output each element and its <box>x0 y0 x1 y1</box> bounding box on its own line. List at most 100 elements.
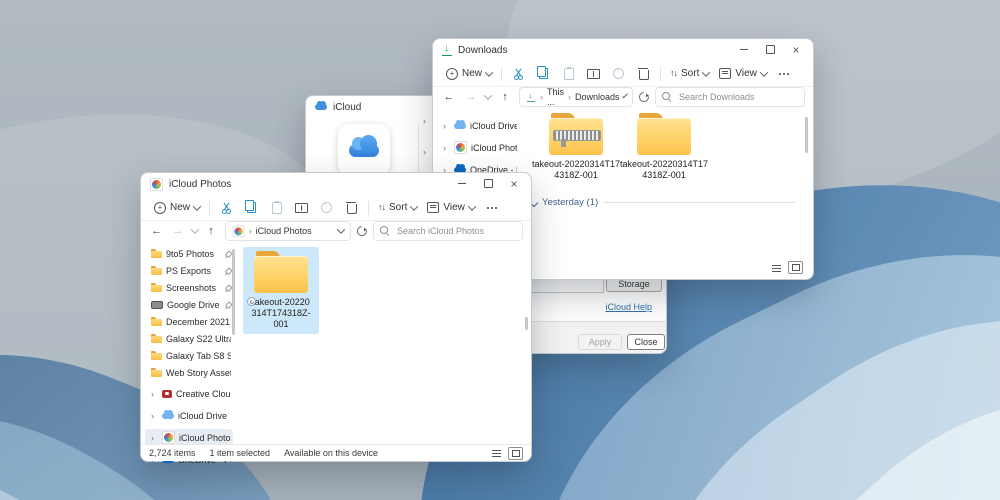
forward-button[interactable]: → <box>463 91 479 103</box>
chevron-down-icon[interactable] <box>337 225 345 233</box>
refresh-icon[interactable] <box>637 90 651 104</box>
minimize-button[interactable] <box>449 174 475 193</box>
minimize-button[interactable] <box>731 40 757 59</box>
icloud-drive-icon <box>162 413 174 419</box>
details-view-icon[interactable] <box>772 265 781 266</box>
paste-button[interactable] <box>264 199 289 217</box>
sidebar-item-web-story-assets[interactable]: Web Story Assets <box>145 364 233 381</box>
divider <box>209 201 210 215</box>
sidebar-item-label: PS Exports <box>166 266 219 276</box>
copy-icon <box>247 202 256 213</box>
view-button[interactable]: View <box>422 199 480 216</box>
rename-button[interactable] <box>289 199 314 217</box>
sidebar-item-screenshots[interactable]: Screenshots <box>145 279 233 296</box>
apply-button[interactable]: Apply <box>578 334 622 350</box>
paste-button[interactable] <box>556 65 581 83</box>
breadcrumb[interactable]: › This ... › Downloads <box>519 87 633 107</box>
sidebar-item-icloud-drive[interactable]: › iCloud Drive <box>437 117 519 134</box>
sidebar-item-ps-exports[interactable]: PS Exports <box>145 262 233 279</box>
icloud-photos-icon <box>150 178 163 191</box>
expand-chevron[interactable]: › <box>151 389 158 399</box>
sidebar-item-december-2021[interactable]: December 2021 <box>145 313 233 330</box>
divider <box>660 67 661 81</box>
file-zip-takeout[interactable]: takeout-20220314T174318Z-001 <box>531 113 621 181</box>
sidebar-item-galaxy-s22[interactable]: Galaxy S22 Ultra_Hi <box>145 330 233 347</box>
cut-icon <box>221 202 233 214</box>
share-icon <box>321 202 332 213</box>
close-button[interactable]: Close <box>627 334 665 350</box>
forward-button[interactable]: → <box>170 225 185 237</box>
back-button[interactable]: ← <box>149 225 164 237</box>
command-bar: New Sort View <box>433 61 813 87</box>
sidebar-item-icloud-drive[interactable]: › iCloud Drive <box>145 407 233 424</box>
expand-chevron[interactable]: › <box>151 411 158 421</box>
up-button[interactable]: ↑ <box>497 91 513 103</box>
search-input[interactable] <box>677 91 798 103</box>
history-chevron[interactable] <box>484 91 492 99</box>
sidebar-item-9to5-photos[interactable]: 9to5 Photos <box>145 245 233 262</box>
expand-chevron[interactable]: › <box>423 147 430 157</box>
thumbnail-view-icon[interactable] <box>508 447 523 460</box>
sidebar-item-galaxy-tab-s8[interactable]: Galaxy Tab S8 Series_Hi <box>145 347 233 364</box>
new-button[interactable]: New <box>149 199 205 217</box>
maximize-button[interactable] <box>475 174 501 193</box>
search-box <box>373 221 523 241</box>
view-icon <box>427 202 439 213</box>
cut-button[interactable] <box>214 199 239 217</box>
more-icon <box>487 207 489 209</box>
view-button[interactable]: View <box>714 65 772 82</box>
up-button[interactable]: ↑ <box>203 225 218 237</box>
expand-chevron[interactable]: › <box>443 143 450 153</box>
group-header-yesterday[interactable]: Yesterday (1) <box>531 197 795 208</box>
delete-button[interactable] <box>631 65 656 83</box>
status-bar: 2,724 items 1 item selected Available on… <box>141 444 531 461</box>
breadcrumb-separator: › <box>568 92 571 102</box>
copy-button[interactable] <box>531 65 556 83</box>
sidebar-item-label: Web Story Assets <box>166 368 231 378</box>
more-button[interactable] <box>772 65 797 83</box>
sidebar-item-google-drive[interactable]: Google Drive (I:) <box>145 296 233 313</box>
cut-button[interactable] <box>506 65 531 83</box>
breadcrumb-root[interactable]: This ... <box>547 87 564 107</box>
expand-chevron[interactable]: › <box>423 116 430 126</box>
share-button[interactable] <box>606 65 631 83</box>
history-chevron[interactable] <box>190 225 198 233</box>
new-button[interactable]: New <box>441 65 497 83</box>
sidebar-item-creative-cloud[interactable]: › Creative Cloud Files <box>145 385 233 402</box>
content-scrollbar[interactable] <box>525 317 528 330</box>
sidebar-item-label: Creative Cloud Files <box>176 389 231 399</box>
share-button[interactable] <box>314 199 339 217</box>
refresh-icon[interactable] <box>355 224 369 238</box>
chevron-down-icon[interactable] <box>622 93 628 99</box>
rename-button[interactable] <box>581 65 606 83</box>
thumbnail-view-icon[interactable] <box>788 261 803 274</box>
expand-chevron[interactable]: › <box>151 433 158 443</box>
breadcrumb[interactable]: › iCloud Photos <box>225 221 352 241</box>
close-button[interactable] <box>783 40 809 59</box>
sidebar-item-icloud-photos[interactable]: › iCloud Photos <box>437 139 519 156</box>
back-button[interactable]: ← <box>441 91 457 103</box>
divider <box>501 67 502 81</box>
chevron-down-icon <box>193 202 201 210</box>
sidebar-scrollbar[interactable] <box>232 249 235 335</box>
close-button[interactable] <box>501 174 527 193</box>
expand-chevron[interactable]: › <box>443 121 450 131</box>
breadcrumb-current[interactable]: Downloads <box>575 92 620 102</box>
delete-button[interactable] <box>339 199 364 217</box>
sidebar-item-label: iCloud Photos <box>471 143 517 153</box>
view-icon <box>719 68 731 79</box>
breadcrumb-current[interactable]: iCloud Photos <box>256 226 312 236</box>
sort-button[interactable]: Sort <box>373 199 422 216</box>
file-folder-takeout[interactable]: takeout-20220314T174318Z-001 <box>619 113 709 181</box>
icloud-app-title: iCloud <box>333 102 361 113</box>
copy-button[interactable] <box>239 199 264 217</box>
icloud-photos-body: 9to5 Photos PS Exports Screenshots Googl… <box>141 243 531 445</box>
details-view-icon[interactable] <box>492 450 501 451</box>
more-button[interactable] <box>480 199 505 217</box>
icloud-help-link[interactable]: iCloud Help <box>605 302 652 312</box>
file-folder-takeout-selected[interactable]: takeout-20220314T174318Z-001 <box>243 247 319 334</box>
scrollbar[interactable] <box>805 117 808 153</box>
search-input[interactable] <box>395 225 516 237</box>
maximize-button[interactable] <box>757 40 783 59</box>
sort-button[interactable]: Sort <box>665 65 714 82</box>
